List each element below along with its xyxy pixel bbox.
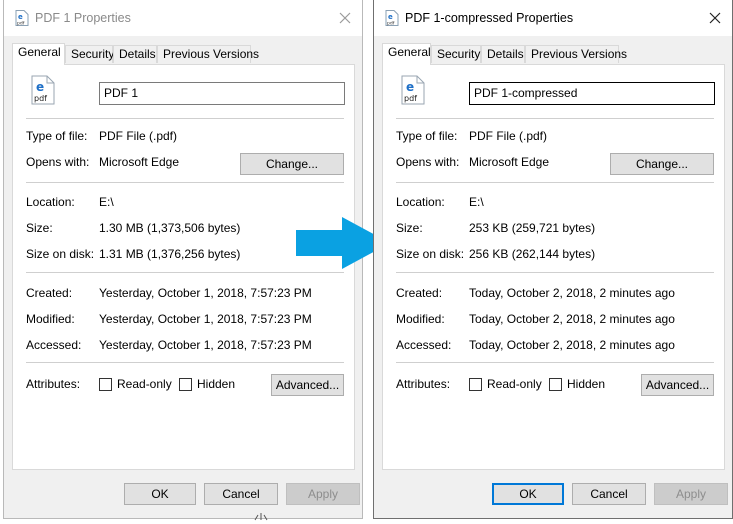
size-on-disk-label: Size on disk: [26,247,95,261]
hidden-label: Hidden [567,377,606,391]
type-of-file-value: PDF File (.pdf) [469,129,548,143]
read-only-label: Read-only [117,377,172,391]
advanced-button[interactable]: Advanced... [271,374,344,396]
type-of-file-value: PDF File (.pdf) [99,129,178,143]
size-on-disk-value: 256 KB (262,144 bytes) [469,247,596,261]
opens-with-value: Microsoft Edge [469,155,550,169]
type-of-file-label: Type of file: [26,129,88,143]
accessed-value: Today, October 2, 2018, 2 minutes ago [469,338,675,352]
pdf-edge-icon: e pdf [385,10,399,29]
read-only-checkbox[interactable]: Read-only [99,377,172,391]
size-on-disk-label: Size on disk: [396,247,465,261]
cancel-button[interactable]: Cancel [204,483,278,505]
checkbox-box[interactable] [549,377,562,391]
separator [26,182,344,183]
opens-with-label: Opens with: [396,155,460,169]
checkbox-box[interactable] [469,377,482,391]
file-name-field[interactable]: PDF 1 [99,82,345,105]
tab-details[interactable]: Details [113,45,157,63]
svg-text:pdf: pdf [17,21,25,27]
cancel-button[interactable]: Cancel [572,483,646,505]
right-properties-dialog: e pdf PDF 1-compressed Properties General… [373,0,733,519]
modified-value: Today, October 2, 2018, 2 minutes ago [469,312,675,326]
accessed-value: Yesterday, October 1, 2018, 7:57:23 PM [99,338,312,352]
separator [396,118,714,119]
tab-general[interactable]: General [382,43,431,65]
location-label: Location: [26,195,75,209]
tab-previous-versions[interactable]: Previous Versions [157,45,259,63]
created-label: Created: [26,286,73,300]
attributes-label: Attributes: [396,377,451,391]
svg-text:e: e [406,80,414,94]
svg-text:e: e [18,13,23,21]
accessed-label: Accessed: [396,338,452,352]
apply-button[interactable]: Apply [286,483,360,505]
opens-with-value: Microsoft Edge [99,155,180,169]
type-of-file-label: Type of file: [396,129,458,143]
location-label: Location: [396,195,445,209]
change-button[interactable]: Change... [240,153,344,175]
svg-text:e: e [36,80,44,94]
svg-text:pdf: pdf [387,21,395,27]
modified-value: Yesterday, October 1, 2018, 7:57:23 PM [99,312,312,326]
ok-button[interactable]: OK [124,483,196,505]
ok-button[interactable]: OK [492,483,564,505]
hidden-checkbox[interactable]: Hidden [549,377,605,391]
svg-text:e: e [388,13,393,21]
change-button[interactable]: Change... [610,153,714,175]
accessed-label: Accessed: [26,338,82,352]
hidden-label: Hidden [197,377,236,391]
separator [396,182,714,183]
tab-general[interactable]: General [12,43,65,65]
separator [26,362,344,363]
size-value: 1.30 MB (1,373,506 bytes) [99,221,241,235]
opens-with-label: Opens with: [26,155,90,169]
dialog-title: PDF 1-compressed Properties [405,11,574,25]
separator [396,272,714,273]
checkbox-box[interactable] [179,377,192,391]
modified-label: Modified: [26,312,75,326]
svg-text:pdf: pdf [34,94,47,103]
title-bar: e pdf PDF 1-compressed Properties [374,0,732,36]
separator [396,362,714,363]
busy-cursor-icon [252,510,270,524]
advanced-button[interactable]: Advanced... [641,374,714,396]
location-value: E:\ [99,195,114,209]
file-name-field[interactable]: PDF 1-compressed [469,82,715,105]
svg-text:pdf: pdf [404,94,417,103]
pdf-edge-icon: e pdf [15,10,29,29]
location-value: E:\ [469,195,484,209]
attributes-label: Attributes: [26,377,81,391]
tab-details[interactable]: Details [481,45,525,63]
apply-button[interactable]: Apply [654,483,728,505]
general-panel: e pdf PDF 1-compressed Type of file: PDF … [382,64,725,470]
size-on-disk-value: 1.31 MB (1,376,256 bytes) [99,247,241,261]
close-icon[interactable] [706,9,724,27]
pdf-file-icon: e pdf [30,75,56,108]
close-icon[interactable] [336,9,354,27]
read-only-checkbox[interactable]: Read-only [469,377,542,391]
size-label: Size: [26,221,53,235]
separator [26,272,344,273]
tab-previous-versions[interactable]: Previous Versions [525,45,627,63]
separator [26,118,344,119]
hidden-checkbox[interactable]: Hidden [179,377,235,391]
size-label: Size: [396,221,423,235]
read-only-label: Read-only [487,377,542,391]
dialog-title: PDF 1 Properties [35,11,131,25]
created-value: Today, October 2, 2018, 2 minutes ago [469,286,675,300]
modified-label: Modified: [396,312,445,326]
pdf-file-icon: e pdf [400,75,426,108]
size-value: 253 KB (259,721 bytes) [469,221,596,235]
checkbox-box[interactable] [99,377,112,391]
tab-security[interactable]: Security [431,45,481,63]
created-label: Created: [396,286,443,300]
tab-security[interactable]: Security [65,45,114,63]
title-bar: e pdf PDF 1 Properties [4,0,362,36]
created-value: Yesterday, October 1, 2018, 7:57:23 PM [99,286,312,300]
